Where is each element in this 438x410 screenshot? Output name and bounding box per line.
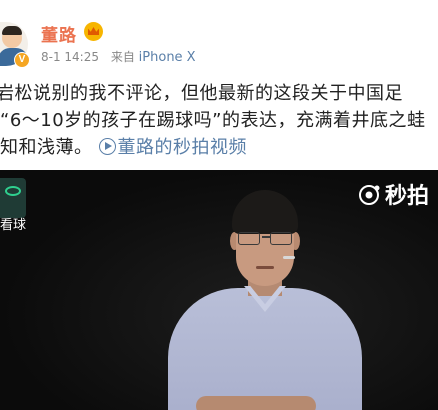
glasses-lens [238, 232, 260, 245]
speaker-hair [232, 190, 298, 234]
watermark: 秒拍 [356, 178, 429, 210]
glasses-bridge [262, 236, 270, 238]
video-link[interactable]: 董路的秒拍视频 [118, 137, 248, 158]
miaopai-logo-icon [359, 185, 380, 205]
watermark-text: 秒拍 [385, 184, 430, 209]
post-text-line: “6～10岁的孩子在踢球吗”的表达，充满着井底之蛙 [0, 110, 426, 131]
post-text: 岩松说别的我不评论，但他最新的这段关于中国足 “6～10岁的孩子在踢球吗”的表达… [0, 80, 438, 161]
post-text-line: 岩松说别的我不评论，但他最新的这段关于中国足 [0, 83, 403, 104]
source-device-link[interactable]: iPhone X [139, 50, 196, 65]
post-text-line: 知和浅薄。 [0, 137, 93, 158]
source-prefix: 来自 [110, 50, 135, 64]
post-text-line-last: 知和浅薄。 董路的秒拍视频 [0, 134, 438, 161]
video-player[interactable]: 看球 秒拍 [0, 170, 438, 410]
speaker-mouth [256, 266, 274, 269]
post-time: 8-1 14:25 [41, 50, 99, 64]
headset-mic [283, 256, 295, 259]
crown-icon[interactable] [84, 22, 103, 41]
eye-logo-icon [0, 178, 26, 218]
username[interactable]: 董路 [41, 21, 77, 46]
play-icon [98, 138, 116, 155]
speaker-hands [196, 396, 316, 410]
speaker-glasses [238, 232, 294, 246]
side-label: 看球 [0, 218, 27, 233]
eye-shape [5, 186, 21, 196]
verified-badge-icon: V [14, 52, 30, 68]
glasses-lens [270, 232, 292, 245]
avatar-hair [2, 26, 22, 35]
post-meta: 8-1 14:25 来自 iPhone X [41, 48, 196, 65]
